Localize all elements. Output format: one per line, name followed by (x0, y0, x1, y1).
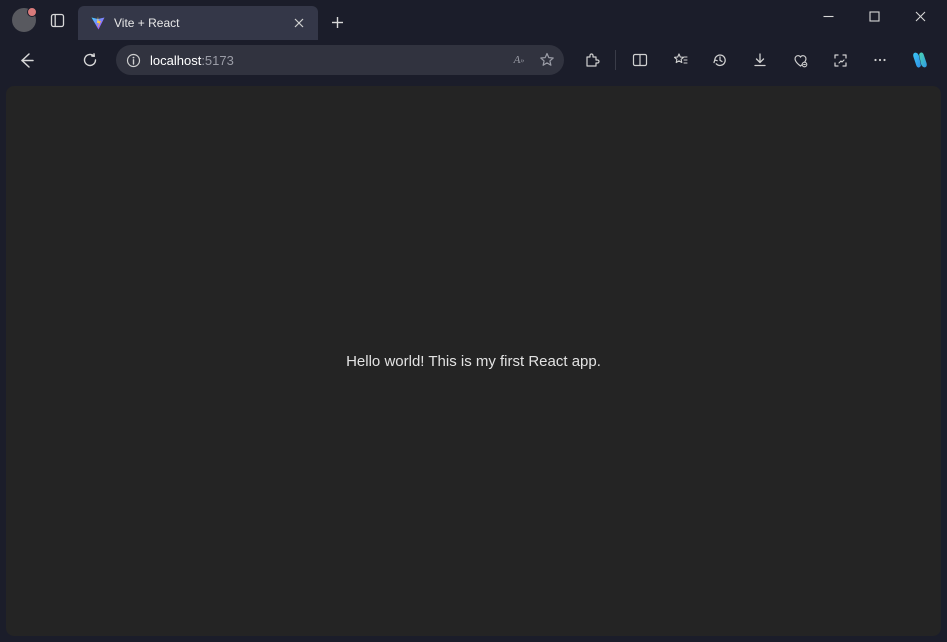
extensions-button[interactable] (572, 44, 610, 76)
close-window-button[interactable] (897, 0, 943, 32)
browser-tab[interactable]: Vite + React (78, 6, 318, 40)
tab-close-button[interactable] (290, 14, 308, 32)
plus-icon (331, 16, 344, 29)
screenshot-button[interactable] (821, 44, 859, 76)
copilot-icon (909, 49, 931, 71)
address-bar[interactable]: localhost:5173 A» (116, 45, 564, 75)
vite-favicon-icon (90, 15, 106, 31)
history-button[interactable] (701, 44, 739, 76)
site-info-button[interactable] (124, 51, 142, 69)
settings-menu-button[interactable] (861, 44, 899, 76)
url-port: :5173 (201, 53, 234, 68)
toolbar-right (572, 44, 939, 76)
arrow-left-icon (18, 52, 35, 69)
screenshot-icon (832, 52, 849, 69)
performance-button[interactable] (781, 44, 819, 76)
favorites-icon (672, 52, 689, 69)
window-controls (805, 0, 943, 40)
info-icon (126, 53, 141, 68)
minimize-icon (823, 11, 834, 22)
close-icon (915, 11, 926, 22)
star-icon (539, 52, 555, 68)
close-icon (294, 18, 304, 28)
downloads-button[interactable] (741, 44, 779, 76)
favorites-button[interactable] (661, 44, 699, 76)
content-area: Hello world! This is my first React app. (0, 80, 947, 642)
maximize-button[interactable] (851, 0, 897, 32)
toolbar: localhost:5173 A» (0, 40, 947, 80)
new-tab-button[interactable] (322, 7, 352, 37)
tab-actions-icon (50, 13, 65, 28)
history-icon (712, 52, 728, 68)
extensions-icon (583, 52, 600, 69)
heart-pulse-icon (792, 52, 809, 69)
url-text[interactable]: localhost:5173 (150, 53, 502, 68)
url-host: localhost (150, 53, 201, 68)
download-icon (752, 52, 768, 68)
page-text: Hello world! This is my first React app. (346, 353, 601, 370)
favorite-button[interactable] (538, 51, 556, 69)
toolbar-separator (615, 50, 616, 70)
more-icon (872, 52, 888, 68)
addressbar-right: A» (510, 51, 556, 69)
split-screen-button[interactable] (621, 44, 659, 76)
back-button[interactable] (8, 44, 44, 76)
minimize-button[interactable] (805, 0, 851, 32)
titlebar-left (4, 5, 72, 35)
webpage: Hello world! This is my first React app. (6, 86, 941, 636)
titlebar: Vite + React (0, 0, 947, 40)
refresh-icon (82, 52, 98, 68)
profile-avatar[interactable] (12, 8, 36, 32)
maximize-icon (869, 11, 880, 22)
split-screen-icon (632, 52, 648, 68)
refresh-button[interactable] (72, 44, 108, 76)
copilot-button[interactable] (901, 44, 939, 76)
tab-actions-button[interactable] (42, 5, 72, 35)
read-aloud-button[interactable]: A» (510, 51, 528, 69)
tab-title: Vite + React (114, 16, 282, 30)
